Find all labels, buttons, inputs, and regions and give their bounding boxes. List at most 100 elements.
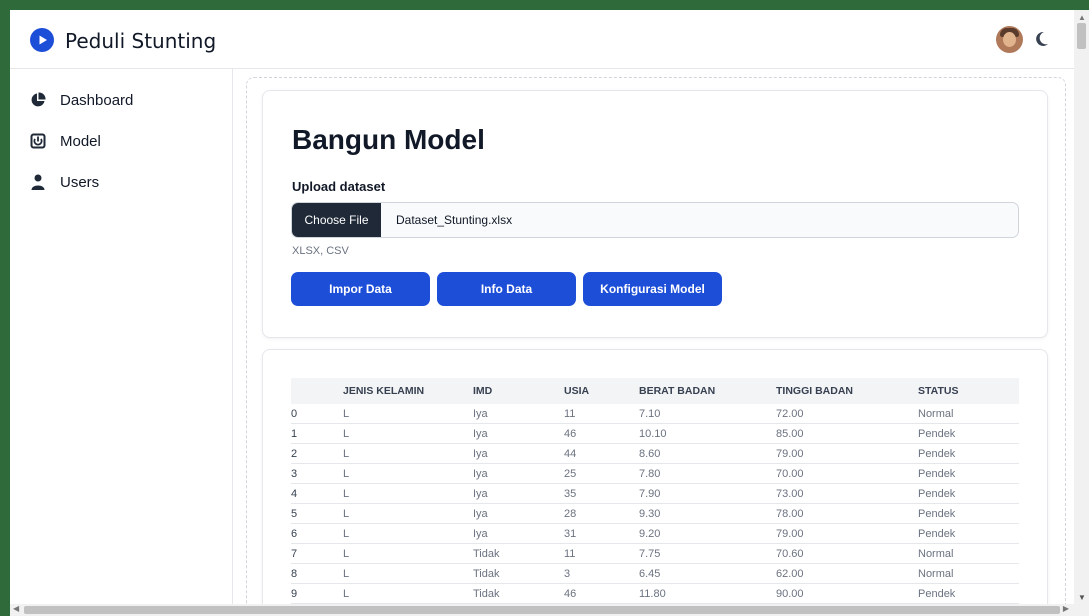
table-cell: Pendek (918, 523, 1019, 544)
table-header-row: JENIS KELAMIN IMD USIA BERAT BADAN TINGG… (291, 378, 1019, 404)
table-cell: 72.00 (776, 404, 918, 424)
table-cell: 35 (564, 483, 639, 504)
table-cell: 8.60 (639, 443, 776, 464)
table-cell: L (343, 443, 473, 464)
moon-icon[interactable] (1034, 30, 1050, 48)
table-cell: Tidak (473, 543, 564, 564)
sidebar-item-label: Dashboard (60, 91, 134, 109)
avatar-face (1003, 32, 1016, 47)
table-cell: Pendek (918, 463, 1019, 484)
table-cell: Iya (473, 404, 564, 424)
upload-label: Upload dataset (292, 179, 386, 194)
table-cell: L (343, 483, 473, 504)
user-icon (30, 174, 46, 190)
table-cell: 10.10 (639, 423, 776, 444)
table-cell: Normal (918, 404, 1019, 424)
table-cell: 3 (564, 563, 639, 584)
table-cell: Iya (473, 503, 564, 524)
file-name: Dataset_Stunting.xlsx (396, 213, 513, 227)
table-cell: L (343, 463, 473, 484)
scroll-up-arrow-icon[interactable]: ▲ (1078, 13, 1086, 22)
table-cell: Normal (918, 543, 1019, 564)
table-cell: 6 (291, 523, 343, 544)
play-circle-icon[interactable] (30, 28, 54, 52)
column-header: IMD (473, 378, 564, 404)
table-cell: 70.00 (776, 463, 918, 484)
file-input[interactable]: Choose File Dataset_Stunting.xlsx (291, 202, 1019, 238)
import-data-button[interactable]: Impor Data (291, 272, 430, 306)
brand-name[interactable]: Peduli Stunting (65, 29, 216, 53)
table-cell: 79.00 (776, 523, 918, 544)
sidebar-item-users[interactable]: Users (30, 171, 99, 193)
sidebar-item-dashboard[interactable]: Dashboard (30, 89, 133, 111)
table-row: 6 L Iya 31 9.20 79.00 Pendek (291, 523, 1019, 544)
table-cell: 78.00 (776, 503, 918, 524)
table-cell: 0 (291, 404, 343, 424)
info-data-button[interactable]: Info Data (437, 272, 576, 306)
table-cell: Pendek (918, 423, 1019, 444)
user-avatar[interactable] (996, 26, 1023, 53)
table-cell: Iya (473, 463, 564, 484)
sidebar-item-label: Model (60, 132, 101, 150)
table-cell: 7 (291, 543, 343, 564)
table-cell: 11.80 (639, 583, 776, 604)
scroll-left-arrow-icon[interactable]: ◀ (13, 604, 19, 613)
power-box-icon (30, 133, 46, 149)
sidebar-item-label: Users (60, 173, 100, 191)
table-row: 0 L Iya 11 7.10 72.00 Normal (291, 404, 1019, 424)
table-cell: 7.75 (639, 543, 776, 564)
table-cell: L (343, 583, 473, 604)
choose-file-button[interactable]: Choose File (292, 203, 381, 237)
table-cell: 5 (291, 503, 343, 524)
table-cell: 8 (291, 563, 343, 584)
table-cell: Pendek (918, 443, 1019, 464)
table-cell: 62.00 (776, 563, 918, 584)
table-cell: Pendek (918, 483, 1019, 504)
table-row: 7 L Tidak 11 7.75 70.60 Normal (291, 543, 1019, 564)
table-row: 9 L Tidak 46 11.80 90.00 Pendek (291, 583, 1019, 604)
scroll-right-arrow-icon[interactable]: ▶ (1063, 604, 1069, 613)
table-cell: 9.20 (639, 523, 776, 544)
table-cell: 2 (291, 443, 343, 464)
table-cell: 6.45 (639, 563, 776, 584)
table-cell: Tidak (473, 563, 564, 584)
scroll-down-arrow-icon[interactable]: ▼ (1078, 593, 1086, 602)
table-row: 5 L Iya 28 9.30 78.00 Pendek (291, 503, 1019, 524)
table-cell: 70.60 (776, 543, 918, 564)
table-cell: 3 (291, 463, 343, 484)
column-header: TINGGI BADAN (776, 378, 918, 404)
table-row: 4 L Iya 35 7.90 73.00 Pendek (291, 483, 1019, 504)
column-header: STATUS (918, 378, 1019, 404)
table-cell: 11 (564, 543, 639, 564)
table-cell: 90.00 (776, 583, 918, 604)
horizontal-scrollbar[interactable]: ◀ ▶ (10, 604, 1089, 616)
table-cell: 79.00 (776, 443, 918, 464)
table-cell: 11 (564, 404, 639, 424)
scrollbar-thumb[interactable] (1077, 23, 1086, 49)
table-cell: L (343, 423, 473, 444)
table-cell: Iya (473, 423, 564, 444)
table-cell: L (343, 563, 473, 584)
table-cell: Tidak (473, 583, 564, 604)
table-row: 2 L Iya 44 8.60 79.00 Pendek (291, 443, 1019, 464)
table-cell: 25 (564, 463, 639, 484)
vertical-scrollbar[interactable]: ▲ ▼ (1074, 10, 1089, 604)
table-cell: 1 (291, 423, 343, 444)
table-cell: 44 (564, 443, 639, 464)
table-cell: 7.80 (639, 463, 776, 484)
table-cell: 85.00 (776, 423, 918, 444)
scrollbar-thumb[interactable] (24, 606, 1060, 614)
table-cell: L (343, 523, 473, 544)
pie-chart-icon (30, 92, 46, 108)
configure-model-button[interactable]: Konfigurasi Model (583, 272, 722, 306)
table-cell: L (343, 503, 473, 524)
table-cell: 31 (564, 523, 639, 544)
sidebar: Dashboard Model Users (10, 69, 233, 604)
table-cell: 4 (291, 483, 343, 504)
column-header (291, 378, 343, 404)
table-cell: 73.00 (776, 483, 918, 504)
data-table: JENIS KELAMIN IMD USIA BERAT BADAN TINGG… (291, 378, 1019, 604)
column-header: USIA (564, 378, 639, 404)
sidebar-item-model[interactable]: Model (30, 130, 101, 152)
file-type-hint: XLSX, CSV (292, 245, 349, 257)
